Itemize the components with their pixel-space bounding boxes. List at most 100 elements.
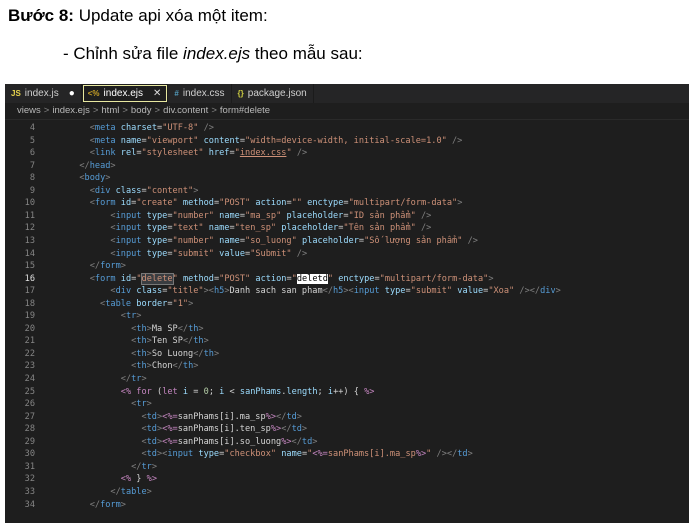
code-text: <th>Chon</th>	[131, 361, 199, 372]
line-number: 33	[24, 486, 35, 497]
code-text: <input type="number" name="ma_sp" placeh…	[110, 210, 432, 221]
breadcrumb-item[interactable]: html	[101, 105, 119, 116]
code-text: <input type="number" name="so_luong" pla…	[110, 235, 478, 246]
tab-label: index.ejs	[103, 88, 144, 99]
instruction-line: - Chỉnh sửa file index.ejs theo mẫu sau:	[63, 44, 363, 64]
line-number: 16	[24, 273, 35, 284]
code-line: 26 <tr>	[5, 398, 152, 411]
code-line: 14 <input type="submit" value="Submit" /…	[5, 248, 308, 261]
line-number: 11	[24, 210, 35, 221]
line-number: 34	[24, 499, 35, 510]
line-number: 14	[24, 248, 35, 259]
line-number: 21	[24, 336, 35, 347]
line-number: 24	[24, 374, 35, 384]
tab-index-css[interactable]: # index.css	[168, 84, 232, 103]
instruction-suffix: theo mẫu sau:	[250, 44, 363, 63]
line-number: 10	[24, 198, 35, 209]
tab-index-js[interactable]: JS index.js ●	[5, 84, 82, 103]
code-line: 9 <div class="content">	[5, 185, 199, 198]
code-text: <th>So Luong</th>	[131, 348, 220, 359]
breadcrumb: views > index.ejs > html > body > div.content > fo…	[5, 103, 689, 120]
code-line: 16 <form id="delete" method="POST" actio…	[5, 272, 494, 286]
code-text: </form>	[89, 499, 126, 510]
step-text: Update api xóa một item:	[73, 6, 268, 25]
line-number: 5	[29, 135, 35, 146]
code-text: <% } %>	[120, 474, 157, 485]
code-text: <th>Ten SP</th>	[131, 336, 209, 347]
code-text: <% for (let i = 0; i < sanPhams.length; …	[120, 386, 375, 397]
js-file-icon: JS	[11, 89, 21, 98]
breadcrumb-item[interactable]: views	[17, 105, 41, 116]
line-number: 32	[24, 474, 35, 485]
code-line: 15 </form>	[5, 260, 126, 273]
code-text: <tr>	[120, 311, 142, 322]
code-line: 12 <input type="text" name="ten_sp" plac…	[5, 222, 432, 235]
code-text: <input type="submit" value="Submit" />	[110, 248, 308, 259]
code-line: 23 <th>Chon</th>	[5, 360, 199, 373]
breadcrumb-separator: >	[122, 105, 128, 116]
breadcrumb-separator: >	[211, 105, 217, 116]
code-line: 32 <% } %>	[5, 473, 157, 486]
step-heading: Bước 8: Update api xóa một item:	[8, 6, 268, 26]
breadcrumb-item[interactable]: index.ejs	[52, 105, 90, 116]
code-text: <form id="delete" method="POST" action="…	[89, 272, 494, 285]
tab-label: index.js	[24, 88, 59, 99]
code-line: 29 <td><%=sanPhams[i].so_luong%></td>	[5, 436, 318, 449]
breadcrumb-separator: >	[43, 105, 50, 116]
line-number: 12	[24, 223, 35, 234]
json-file-icon: {}	[237, 89, 244, 98]
line-number: 18	[24, 298, 35, 309]
code-line: 6 <link rel="stylesheet" href="index.css…	[5, 147, 307, 160]
code-text: <table border="1">	[100, 298, 194, 309]
line-number: 8	[29, 173, 35, 184]
code-text: <td><%=sanPhams[i].ma_sp%></td>	[141, 411, 302, 422]
code-text: <form id="create" method="POST" action="…	[89, 198, 463, 209]
code-line: 11 <input type="number" name="ma_sp" pla…	[5, 210, 432, 223]
code-line: 7 </head>	[5, 160, 116, 173]
code-text: <td><%=sanPhams[i].ten_sp%></td>	[141, 424, 308, 435]
breadcrumb-item[interactable]: body	[131, 105, 152, 116]
breadcrumb-item[interactable]: form#delete	[220, 105, 270, 116]
editor-tab-bar: JS index.js ● <% index.ejs ✕ # index.css{} packa…	[5, 84, 689, 103]
code-line: 25 <% for (let i = 0; i < sanPhams.lengt…	[5, 386, 375, 399]
code-text: <div class="title"><h5>Danh sach san pha…	[110, 286, 561, 297]
breadcrumb-item[interactable]: div.content	[163, 105, 208, 116]
code-text: </tr>	[131, 461, 157, 472]
code-text: <th>Ma SP</th>	[131, 323, 204, 334]
code-line: 8 <body>	[5, 172, 111, 185]
tab-index-ejs[interactable]: <% index.ejs ✕	[81, 84, 169, 103]
code-line: 17 <div class="title"><h5>Danh sach san …	[5, 285, 561, 298]
line-number: 28	[24, 424, 35, 435]
code-text: <div class="content">	[89, 185, 199, 196]
line-number: 22	[24, 348, 35, 359]
code-text: </table>	[110, 486, 152, 497]
tab-package-json[interactable]: {} package.json	[232, 84, 314, 103]
code-line: 30 <td><input type="checkbox" name="<%=s…	[5, 448, 473, 461]
line-number: 27	[24, 411, 35, 422]
code-line: 20 <th>Ma SP</th>	[5, 323, 204, 336]
code-text: <body>	[79, 173, 111, 184]
instruction-prefix: - Chỉnh sửa file	[63, 44, 184, 63]
code-text: </form>	[89, 261, 126, 272]
line-number: 7	[29, 160, 35, 171]
line-number: 13	[24, 235, 35, 246]
line-number: 29	[24, 436, 35, 447]
code-text: </head>	[79, 160, 116, 171]
line-number: 20	[24, 323, 35, 334]
line-number: 25	[24, 386, 35, 397]
code-text: </tr>	[120, 374, 147, 384]
code-line: 31 </tr>	[5, 461, 157, 474]
code-line: 13 <input type="number" name="so_luong" …	[5, 235, 478, 248]
code-line: 28 <td><%=sanPhams[i].ten_sp%></td>	[5, 423, 307, 436]
close-icon[interactable]: ✕	[153, 88, 161, 99]
tab-label: index.css	[182, 88, 225, 99]
code-line: 34 </form>	[5, 499, 126, 512]
line-number: 4	[29, 123, 35, 133]
tab-label: package.json	[247, 88, 307, 99]
code-line: 19 <tr>	[5, 310, 142, 323]
line-number: 9	[29, 185, 35, 196]
unsaved-dot-icon: ●	[68, 88, 75, 99]
code-line: 27 <td><%=sanPhams[i].ma_sp%></td>	[5, 411, 302, 424]
breadcrumb-separator: >	[92, 105, 99, 116]
line-number: 26	[24, 399, 35, 410]
